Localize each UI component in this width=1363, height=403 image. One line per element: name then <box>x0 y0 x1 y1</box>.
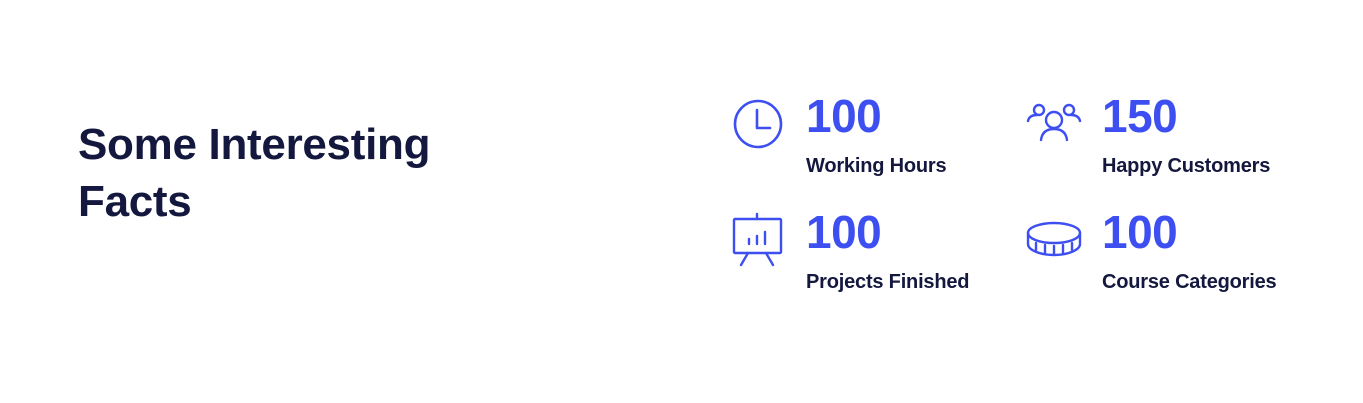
stat-projects-finished: 100 Projects Finished <box>730 206 1010 312</box>
stat-label: Course Categories <box>1102 271 1277 293</box>
stat-number: 100 <box>806 206 882 258</box>
stat-number: 100 <box>806 90 882 142</box>
section-title: Some Interesting Facts <box>78 120 431 226</box>
coin-icon <box>1026 212 1082 268</box>
stat-number: 100 <box>1102 206 1178 258</box>
stat-number: 150 <box>1102 90 1178 142</box>
stat-label: Working Hours <box>806 155 947 177</box>
stat-label: Projects Finished <box>806 271 970 293</box>
stat-label: Happy Customers <box>1102 155 1271 177</box>
presentation-board-icon <box>730 212 786 268</box>
stat-happy-customers: 150 Happy Customers <box>1026 90 1306 196</box>
stat-working-hours: 100 Working Hours <box>730 90 1010 196</box>
stat-course-categories: 100 Course Categories <box>1026 206 1306 312</box>
customers-icon <box>1026 96 1082 152</box>
clock-icon <box>730 96 786 152</box>
